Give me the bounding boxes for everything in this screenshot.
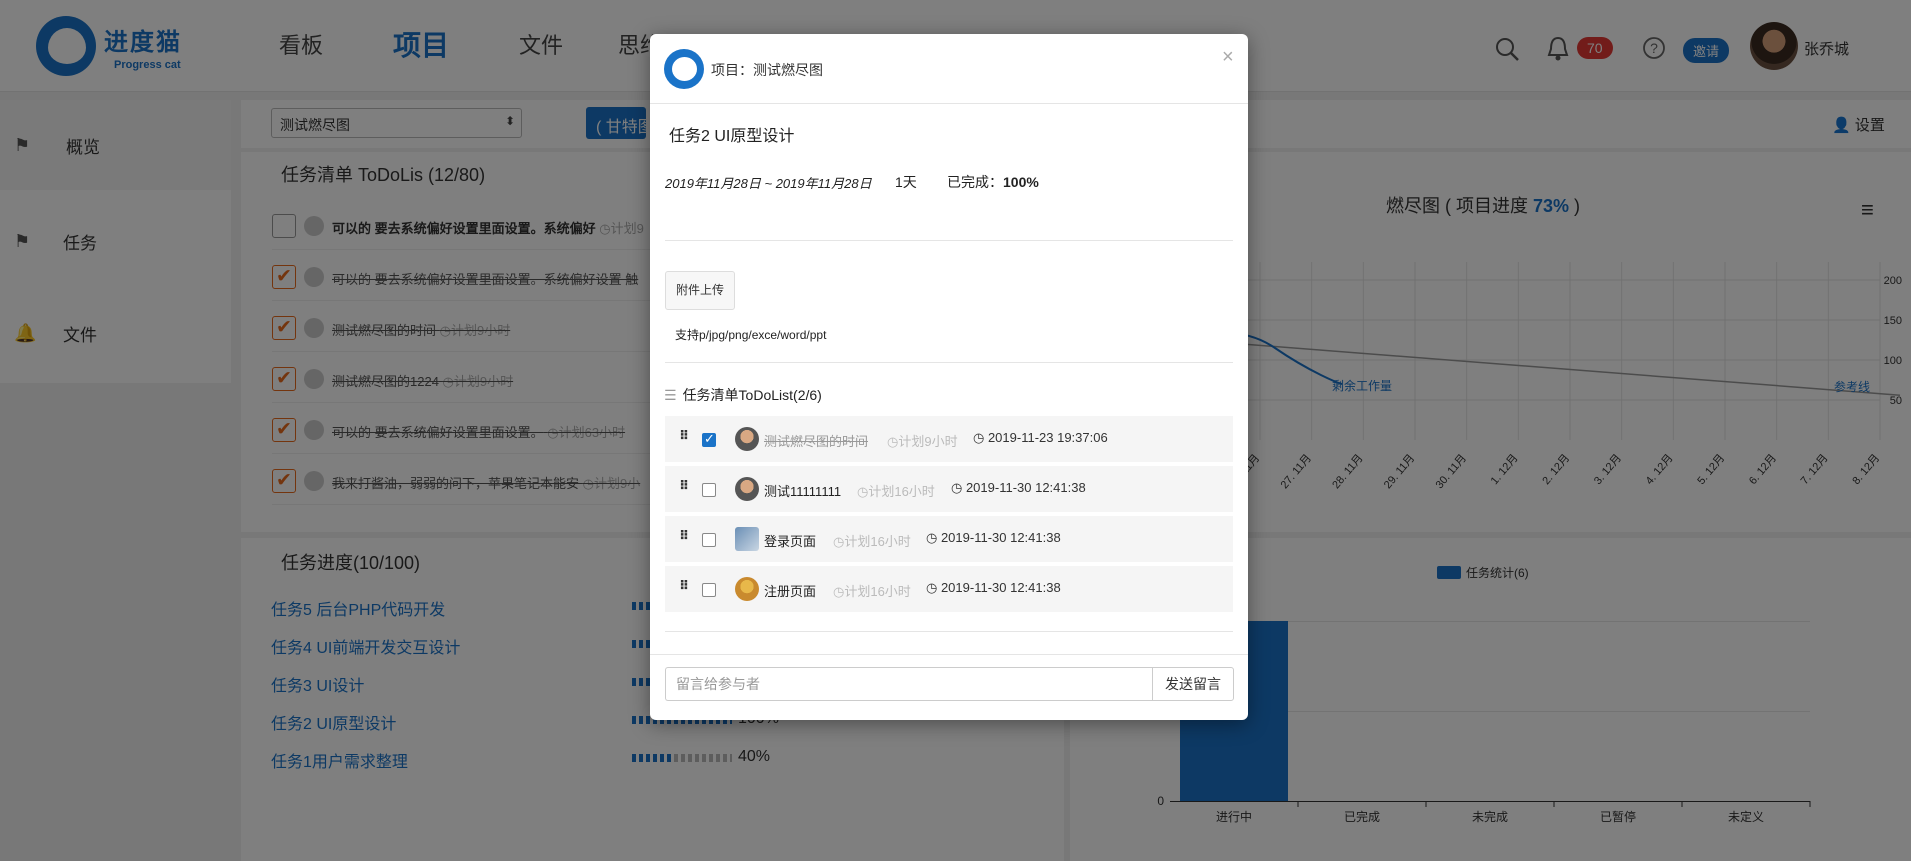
item-checkbox[interactable]	[702, 533, 716, 547]
divider	[665, 240, 1233, 241]
logo-cat-icon	[664, 49, 704, 89]
modal-header: 项目：测试燃尽图 ×	[650, 34, 1248, 104]
item-checkbox[interactable]	[702, 583, 716, 597]
message-input[interactable]	[665, 667, 1153, 701]
list-item[interactable]: ⠿ 测试燃尽图的时间 ◷计划9小时 ◷ 2019-11-23 19:37:06	[665, 416, 1233, 462]
avatar	[735, 527, 759, 551]
list-icon: ☰	[664, 387, 677, 403]
item-timestamp: ◷ 2019-11-30 12:41:38	[926, 580, 1061, 595]
plan-time: ◷计划16小时	[833, 584, 911, 599]
close-icon[interactable]: ×	[1222, 46, 1234, 69]
divider	[665, 362, 1233, 363]
modal-footer: 发送留言	[650, 654, 1248, 720]
drag-handle-icon[interactable]: ⠿	[679, 578, 689, 594]
drag-handle-icon[interactable]: ⠿	[679, 478, 689, 494]
modal-todo-title-text: 任务清单ToDoList(2/6)	[682, 387, 822, 403]
modal-title: 项目：测试燃尽图	[711, 62, 823, 78]
item-name: 测试燃尽图的时间	[764, 434, 869, 449]
drag-handle-icon[interactable]: ⠿	[679, 528, 689, 544]
upload-attachment-button[interactable]: 附件上传	[665, 271, 735, 310]
plan-time: ◷计划16小时	[857, 484, 935, 499]
plan-time: ◷计划9小时	[887, 434, 958, 449]
avatar	[735, 477, 759, 501]
item-name: 注册页面	[764, 584, 817, 599]
item-name: 登录页面	[764, 534, 817, 549]
task-completion: 已完成：100%	[947, 172, 1039, 192]
send-message-button[interactable]: 发送留言	[1152, 667, 1234, 701]
plan-time: ◷计划16小时	[833, 534, 911, 549]
item-name: 测试11111111	[764, 484, 842, 499]
list-item[interactable]: ⠿ 测试11111111 ◷计划16小时 ◷ 2019-11-30 12:41:…	[665, 466, 1233, 512]
completion-value: 100%	[1003, 174, 1039, 190]
task-detail-modal: 项目：测试燃尽图 × 任务2 UI原型设计 2019年11月28日 ~ 2019…	[650, 34, 1248, 720]
avatar	[735, 577, 759, 601]
avatar	[735, 427, 759, 451]
divider	[665, 631, 1233, 632]
completion-label: 已完成：	[947, 174, 1003, 190]
list-item[interactable]: ⠿ 注册页面 ◷计划16小时 ◷ 2019-11-30 12:41:38	[665, 566, 1233, 612]
list-item[interactable]: ⠿ 登录页面 ◷计划16小时 ◷ 2019-11-30 12:41:38	[665, 516, 1233, 562]
task-dates: 2019年11月28日 ~ 2019年11月28日	[665, 176, 872, 191]
item-timestamp: ◷ 2019-11-23 19:37:06	[973, 430, 1108, 445]
task-name: 任务2 UI原型设计	[669, 128, 795, 145]
item-timestamp: ◷ 2019-11-30 12:41:38	[951, 480, 1086, 495]
modal-todo-title: ☰ 任务清单ToDoList(2/6)	[664, 385, 822, 405]
item-timestamp: ◷ 2019-11-30 12:41:38	[926, 530, 1061, 545]
drag-handle-icon[interactable]: ⠿	[679, 428, 689, 444]
upload-hint: 支持p/jpg/png/exce/word/ppt	[675, 328, 827, 342]
task-duration: 1天	[895, 174, 917, 190]
item-checkbox[interactable]	[702, 483, 716, 497]
item-checkbox[interactable]	[702, 431, 716, 447]
